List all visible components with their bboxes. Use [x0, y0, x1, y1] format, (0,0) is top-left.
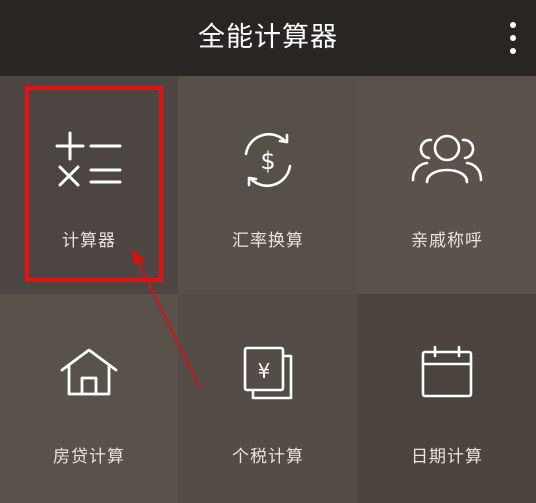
tile-date[interactable]: 日期计算 [358, 294, 536, 503]
app-bar: 全能计算器 [0, 0, 536, 76]
tile-mortgage[interactable]: 房贷计算 [0, 294, 178, 503]
tax-document-icon: ¥ [243, 346, 293, 400]
tile-label: 计算器 [62, 231, 116, 251]
tool-grid: 计算器 $ 汇率换算 亲戚称呼 房贷计算 ¥ 个税计算 日期计算 [0, 76, 536, 503]
tile-relatives[interactable]: 亲戚称呼 [358, 76, 536, 294]
tile-label: 汇率换算 [232, 231, 304, 251]
calendar-icon [421, 345, 473, 398]
svg-text:$: $ [260, 147, 275, 175]
more-options-icon[interactable] [502, 22, 524, 54]
svg-text:¥: ¥ [258, 359, 271, 383]
tile-label: 日期计算 [411, 447, 483, 467]
tile-label: 房贷计算 [53, 447, 125, 467]
tile-currency-exchange[interactable]: $ 汇率换算 [178, 76, 358, 294]
tile-label: 亲戚称呼 [411, 231, 483, 251]
app-title: 全能计算器 [198, 22, 338, 53]
tile-calculator[interactable]: 计算器 [0, 76, 178, 294]
tile-income-tax[interactable]: ¥ 个税计算 [178, 294, 358, 503]
calculator-icon [55, 131, 122, 187]
house-icon [60, 348, 118, 396]
tile-label: 个税计算 [232, 447, 304, 467]
currency-exchange-icon: $ [244, 132, 292, 188]
people-group-icon [411, 134, 483, 184]
